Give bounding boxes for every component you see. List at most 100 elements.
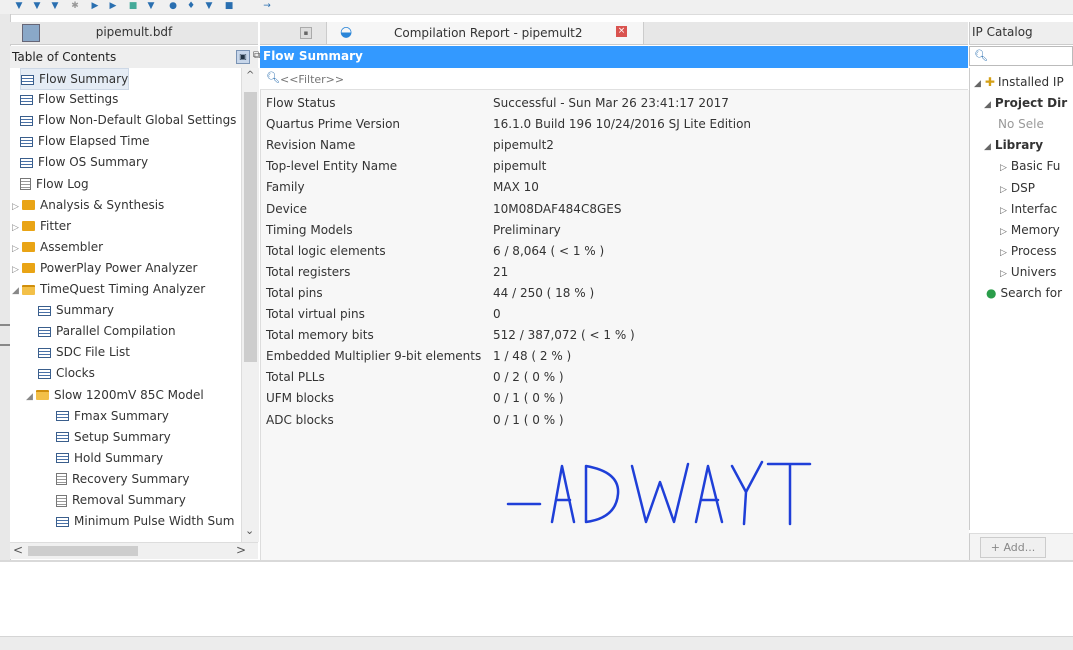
- expand-arrow-icon[interactable]: ▷: [1000, 248, 1007, 258]
- toc-item[interactable]: Fmax Summary: [56, 406, 169, 426]
- toc-item[interactable]: Clocks: [38, 363, 95, 383]
- expand-arrow-icon[interactable]: ▷: [1000, 206, 1007, 216]
- folder-open-icon: [22, 284, 35, 295]
- ip-tree-item[interactable]: No Sele: [998, 114, 1044, 135]
- chip-icon[interactable]: ■: [128, 1, 138, 11]
- expand-arrow-icon[interactable]: ▷: [1000, 269, 1007, 279]
- table-row[interactable]: Embedded Multiplier 9-bit elements 1 / 48…: [261, 346, 969, 367]
- arrow-icon[interactable]: ▼: [32, 1, 42, 11]
- expand-arrow-icon[interactable]: ▷: [12, 218, 22, 238]
- ip-tree-item[interactable]: ▷ Univers: [1000, 262, 1056, 283]
- toc-item[interactable]: Flow Elapsed Time: [20, 131, 150, 151]
- scrollbar-thumb[interactable]: [244, 92, 257, 362]
- toc-item[interactable]: Setup Summary: [56, 427, 171, 447]
- expand-arrow-icon[interactable]: ▷: [1000, 163, 1007, 173]
- toc-item[interactable]: Flow OS Summary: [20, 152, 148, 172]
- toc-item[interactable]: SDC File List: [38, 342, 130, 362]
- toc-item[interactable]: Flow Summary: [20, 68, 130, 90]
- arrow-icon[interactable]: ▼: [146, 1, 156, 11]
- ip-search-input[interactable]: 🔍︎: [969, 46, 1073, 66]
- table-row[interactable]: Family MAX 10: [261, 177, 969, 198]
- ip-tree-item[interactable]: ▷ Memory: [1000, 220, 1060, 241]
- table-row[interactable]: Total PLLs 0 / 2 ( 0 % ): [261, 367, 969, 388]
- file-tab-title: pipemult.bdf: [95, 25, 173, 39]
- toc-vertical-scrollbar[interactable]: ^ ⌄: [241, 68, 259, 542]
- globe-icon[interactable]: ●: [168, 1, 178, 11]
- table-row[interactable]: Quartus Prime Version 16.1.0 Build 196 10…: [261, 114, 969, 135]
- play-icon[interactable]: ▶: [90, 1, 100, 11]
- toc-item[interactable]: Recovery Summary: [56, 469, 189, 489]
- collapse-arrow-icon[interactable]: ◢: [26, 387, 36, 407]
- chart-icon[interactable]: ▼: [204, 1, 214, 11]
- tab-close-icon[interactable]: ▪: [300, 27, 312, 39]
- row-property: Total memory bits: [266, 328, 374, 343]
- toc-item[interactable]: Flow Log: [20, 174, 89, 194]
- toc-item[interactable]: ◢ TimeQuest Timing Analyzer: [12, 279, 205, 299]
- table-row[interactable]: ADC blocks 0 / 1 ( 0 % ): [261, 410, 969, 431]
- status-bar: [0, 636, 1073, 650]
- expand-arrow-icon[interactable]: ▷: [12, 239, 22, 259]
- gear-icon[interactable]: ✱: [70, 1, 80, 11]
- toc-item[interactable]: Parallel Compilation: [38, 321, 176, 341]
- expand-arrow-icon[interactable]: ▷: [1000, 185, 1007, 195]
- scroll-left-icon[interactable]: <: [13, 543, 23, 557]
- toc-item[interactable]: Flow Non-Default Global Settings: [20, 110, 236, 130]
- table-row[interactable]: Total virtual pins 0: [261, 304, 969, 325]
- dock-icon[interactable]: ▣: [236, 50, 250, 64]
- toc-item[interactable]: ▷ Fitter: [12, 216, 71, 236]
- scroll-down-icon[interactable]: ⌄: [245, 524, 254, 537]
- ip-tree-item[interactable]: ● Search for: [986, 283, 1062, 304]
- table-row[interactable]: Revision Name pipemult2: [261, 135, 969, 156]
- arrow-icon[interactable]: ▼: [14, 1, 24, 11]
- ip-tree-item[interactable]: ▷ Basic Fu: [1000, 156, 1060, 177]
- ip-tree-item[interactable]: ◢ Library: [984, 135, 1043, 156]
- row-value: 1 / 48 ( 2 % ): [493, 349, 572, 364]
- arrow-icon[interactable]: →: [262, 1, 272, 11]
- table-row[interactable]: Total memory bits 512 / 387,072 ( < 1 % ): [261, 325, 969, 346]
- toc-item[interactable]: Removal Summary: [56, 490, 186, 510]
- ip-tree-item[interactable]: ◢ ✚ Installed IP: [974, 72, 1064, 93]
- table-row[interactable]: Total pins 44 / 250 ( 18 % ): [261, 283, 969, 304]
- table-row[interactable]: UFM blocks 0 / 1 ( 0 % ): [261, 388, 969, 409]
- table-row[interactable]: Device 10M08DAF484C8GES: [261, 199, 969, 220]
- toc-horizontal-scrollbar[interactable]: < >: [10, 542, 258, 559]
- toc-item[interactable]: ▷ PowerPlay Power Analyzer: [12, 258, 197, 278]
- ip-tree-item[interactable]: ◢ Project Dir: [984, 93, 1067, 114]
- close-icon[interactable]: ×: [616, 26, 627, 37]
- toc-item[interactable]: Hold Summary: [56, 448, 163, 468]
- collapse-arrow-icon[interactable]: ◢: [984, 142, 991, 152]
- toc-item[interactable]: ▷ Assembler: [12, 237, 103, 257]
- filter-input[interactable]: [278, 70, 582, 88]
- collapse-arrow-icon[interactable]: ◢: [12, 281, 22, 301]
- table-row[interactable]: Timing Models Preliminary: [261, 220, 969, 241]
- collapse-arrow-icon[interactable]: ◢: [984, 100, 991, 110]
- expand-arrow-icon[interactable]: ▷: [12, 260, 22, 280]
- toc-item[interactable]: Flow Settings: [20, 89, 118, 109]
- save-icon[interactable]: ■: [224, 1, 234, 11]
- table-row[interactable]: Total registers 21: [261, 262, 969, 283]
- scroll-up-icon[interactable]: ^: [246, 70, 254, 81]
- toc-item[interactable]: Summary: [38, 300, 114, 320]
- collapse-arrow-icon[interactable]: ◢: [974, 79, 981, 89]
- arrow-icon[interactable]: ▼: [50, 1, 60, 11]
- file-tab[interactable]: pipemult.bdf: [10, 22, 258, 45]
- expand-arrow-icon[interactable]: ▷: [12, 197, 22, 217]
- toc-item-label: Flow OS Summary: [38, 155, 149, 170]
- ip-tree-item[interactable]: ▷ DSP: [1000, 178, 1035, 199]
- add-ip-button[interactable]: + Add...: [980, 537, 1046, 558]
- ip-tree-item[interactable]: ▷ Process: [1000, 241, 1056, 262]
- toc-item[interactable]: ▷ Analysis & Synthesis: [12, 195, 164, 215]
- table-of-contents: Flow Summary Flow Settings Flow Non-Defaul…: [10, 68, 241, 544]
- scroll-right-icon[interactable]: >: [236, 543, 246, 557]
- table-row[interactable]: Total logic elements 6 / 8,064 ( < 1 % ): [261, 241, 969, 262]
- scrollbar-thumb[interactable]: [28, 546, 138, 556]
- pin-icon[interactable]: ♦: [186, 1, 196, 11]
- table-row[interactable]: Top-level Entity Name pipemult: [261, 156, 969, 177]
- expand-arrow-icon[interactable]: ▷: [1000, 227, 1007, 237]
- play-icon[interactable]: ▶: [108, 1, 118, 11]
- table-icon: [56, 453, 69, 464]
- toc-item[interactable]: ◢ Slow 1200mV 85C Model: [26, 385, 204, 405]
- ip-tree-item[interactable]: ▷ Interfac: [1000, 199, 1057, 220]
- toc-item[interactable]: Minimum Pulse Width Sum: [56, 511, 234, 531]
- table-row[interactable]: Flow Status Successful - Sun Mar 26 23:41…: [261, 93, 969, 114]
